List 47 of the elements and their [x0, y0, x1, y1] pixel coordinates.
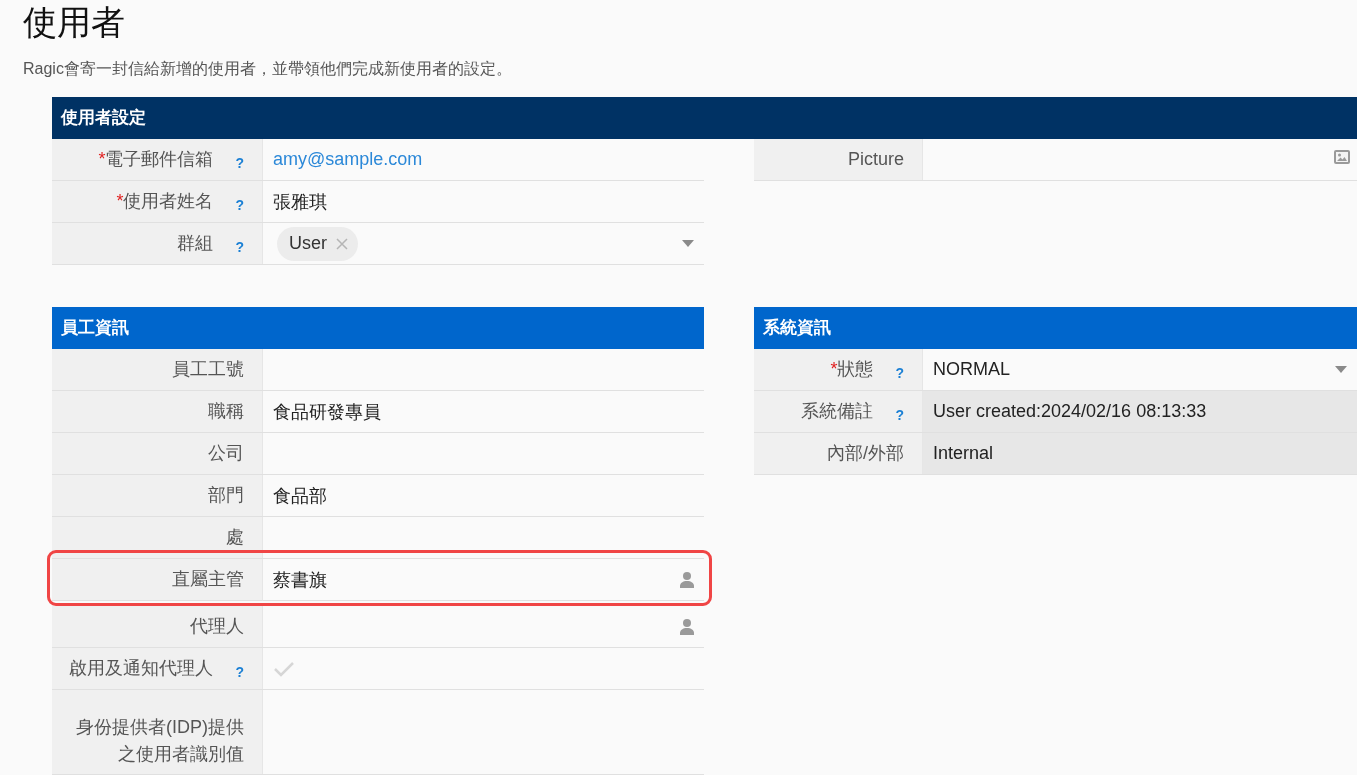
required-asterisk: *	[116, 191, 124, 211]
input-field[interactable]: User created:2024/02/16 08:13:33	[923, 391, 1357, 432]
email-field[interactable]: amy@sample.com	[263, 139, 704, 180]
section-header: 系統資訊	[754, 307, 1357, 349]
field-label: 處	[226, 526, 244, 549]
help-icon[interactable]: ?	[235, 154, 244, 171]
field-label: 系統備註	[801, 400, 874, 423]
caret-icon[interactable]	[1335, 366, 1347, 373]
input-field[interactable]: 食品部	[263, 475, 704, 516]
image-icon[interactable]	[1334, 150, 1350, 164]
tag-chip[interactable]: User	[277, 226, 358, 261]
help-icon[interactable]: ?	[895, 406, 904, 423]
help-icon[interactable]: ?	[235, 196, 244, 213]
required-asterisk: *	[98, 149, 106, 169]
person-icon[interactable]	[680, 571, 694, 588]
field-label: 部門	[208, 484, 244, 507]
caret-icon[interactable]	[682, 240, 694, 247]
field-label: *使用者姓名	[116, 190, 214, 213]
field-label: 公司	[208, 442, 244, 465]
field-label: 內部/外部	[827, 442, 904, 465]
tag-select-field[interactable]: User	[263, 223, 704, 264]
field-label: *電子郵件信箱	[98, 148, 214, 171]
required-asterisk: *	[830, 359, 838, 379]
user-picker-field[interactable]: 蔡書旗	[263, 559, 704, 601]
field-label: Picture	[847, 148, 904, 171]
field-label: 群組	[177, 232, 214, 255]
input-field[interactable]: 張雅琪	[263, 181, 704, 222]
tick-icon[interactable]	[273, 660, 295, 677]
page-title: 使用者	[23, 2, 125, 43]
dropdown-field[interactable]: NORMAL	[923, 349, 1357, 390]
help-icon[interactable]: ?	[895, 364, 904, 381]
field-label: 直屬主管	[172, 568, 244, 591]
help-icon[interactable]: ?	[235, 663, 244, 680]
field-label: 職稱	[208, 400, 244, 423]
page-description: Ragic會寄一封信給新增的使用者，並帶領他們完成新使用者的設定。	[23, 59, 512, 79]
field-label: 代理人	[190, 615, 244, 638]
close-icon[interactable]	[336, 237, 348, 250]
field-label: 身份提供者(IDP)提供之使用者識別值	[75, 716, 244, 766]
input-field[interactable]: 食品研發專員	[263, 391, 704, 432]
section-header: 使用者設定	[52, 97, 1357, 139]
field-label: 啟用及通知代理人	[69, 657, 214, 680]
section-header: 員工資訊	[52, 307, 704, 349]
person-icon[interactable]	[680, 618, 694, 635]
field-label: *狀態	[830, 358, 874, 381]
input-field[interactable]: Internal	[923, 433, 1357, 474]
field-label: 員工工號	[172, 358, 244, 381]
help-icon[interactable]: ?	[235, 238, 244, 255]
